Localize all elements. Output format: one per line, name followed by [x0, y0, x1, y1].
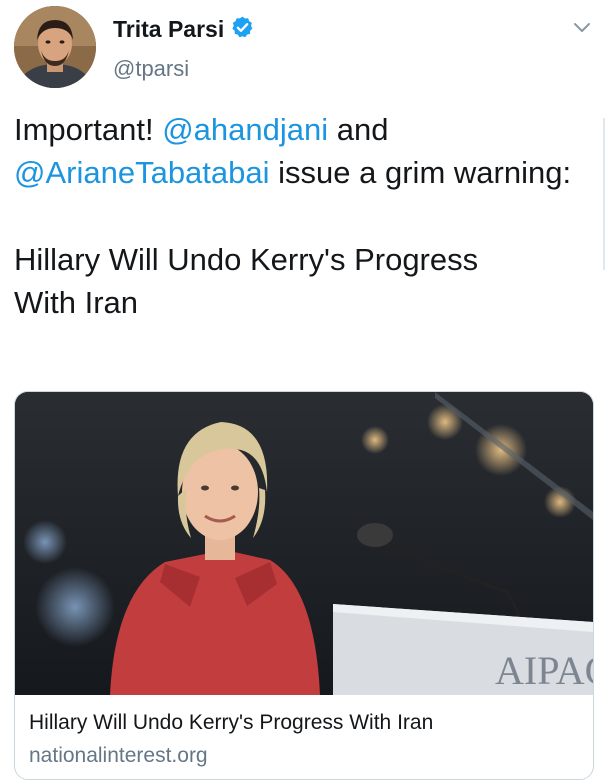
tweet-text: Important! @ahandjani and @ArianeTabatab…: [14, 108, 589, 324]
tweet-intro: Important!: [14, 112, 154, 147]
card-image: AIPAC: [15, 392, 593, 695]
article-photo-icon: AIPAC: [15, 392, 593, 695]
author-handle[interactable]: @tparsi: [113, 56, 189, 82]
author-avatar[interactable]: [14, 6, 96, 88]
podium-label: AIPAC: [495, 648, 593, 693]
tweet-paragraph-1: Important! @ahandjani and @ArianeTabatab…: [14, 108, 589, 194]
mention-link-arianetabatabai[interactable]: @ArianeTabatabai: [14, 155, 270, 190]
tweet-headline-line-2: With Iran: [14, 285, 139, 320]
author-name[interactable]: Trita Parsi: [113, 16, 224, 43]
tweet-headline-line-1: Hillary Will Undo Kerry's Progress: [14, 242, 479, 277]
card-title[interactable]: Hillary Will Undo Kerry's Progress With …: [29, 711, 433, 735]
verified-badge-icon: [232, 16, 253, 38]
avatar-photo-icon: [14, 6, 96, 88]
tweet-connector: and: [336, 112, 389, 147]
mention-link-ahandjani[interactable]: @ahandjani: [162, 112, 328, 147]
tweet-rest: issue a grim warning:: [278, 155, 572, 190]
chevron-down-icon[interactable]: [572, 20, 592, 34]
scroll-edge: [603, 118, 605, 270]
link-preview-card[interactable]: AIPAC Hillary Will Undo Kerry's Progress…: [14, 391, 594, 780]
tweet: Trita Parsi @tparsi Important! @ahandjan…: [0, 0, 607, 780]
card-domain: nationalinterest.org: [29, 744, 208, 767]
